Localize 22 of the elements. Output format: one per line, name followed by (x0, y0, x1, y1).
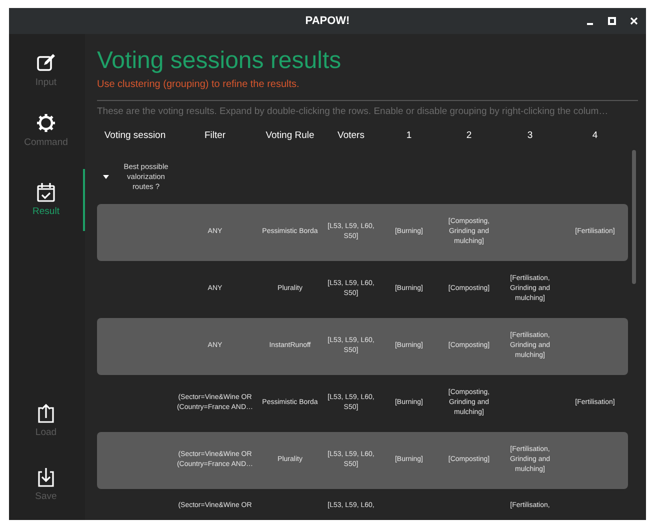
column-header[interactable]: 2 (439, 129, 499, 144)
scrollbar-thumb[interactable] (632, 150, 636, 284)
column-header[interactable]: Voting session (97, 129, 173, 144)
column-header[interactable]: 3 (499, 129, 561, 144)
sidebar-item[interactable]: Result (9, 168, 85, 231)
caret-icon[interactable] (103, 174, 109, 178)
window-title: PAPOW! (305, 14, 350, 29)
column-header[interactable]: Voting Rule (257, 129, 323, 144)
hint-text: Use clustering (grouping) to refine the results. (97, 78, 300, 92)
upload-icon (35, 402, 57, 424)
page-heading: Voting sessions results (97, 46, 342, 76)
edit-icon (35, 52, 57, 74)
column-header[interactable]: Filter (173, 129, 257, 144)
column-header[interactable]: Voters (323, 129, 379, 144)
gear-icon (35, 112, 57, 134)
download-icon (35, 466, 57, 488)
maximize-icon[interactable] (608, 17, 616, 25)
column-header[interactable]: 4 (561, 129, 629, 144)
close-icon[interactable] (630, 17, 638, 25)
column-header[interactable]: 1 (379, 129, 439, 144)
description-text: These are the voting results. Expand by double-clicking the rows. Enable or disable grouping by right-clicking the colum… (97, 105, 610, 119)
calendar-icon (35, 180, 57, 202)
